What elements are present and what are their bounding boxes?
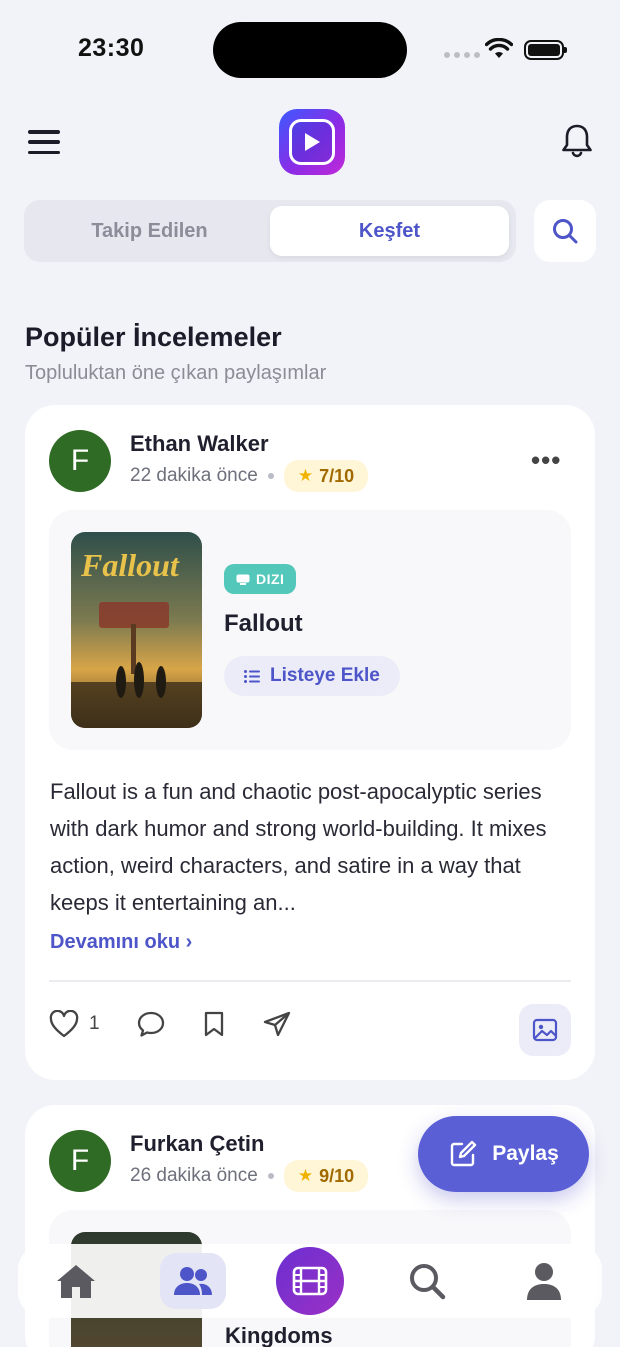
home-icon [57, 1265, 96, 1298]
add-to-list-button[interactable]: Listeye Ekle [224, 656, 400, 696]
heart-icon [49, 1010, 79, 1038]
user-name[interactable]: Furkan Çetin [130, 1131, 264, 1157]
bottom-nav [18, 1244, 602, 1318]
image-icon [532, 1018, 558, 1042]
tab-following[interactable]: Takip Edilen [30, 206, 269, 256]
battery-icon [524, 40, 567, 60]
user-name[interactable]: Ethan Walker [130, 431, 269, 457]
bell-icon[interactable] [560, 122, 594, 160]
more-options-icon[interactable]: ••• [531, 445, 561, 476]
bookmark-icon [204, 1011, 223, 1037]
avatar[interactable]: F [49, 1130, 111, 1192]
post-meta: 26 dakika önce ★ 9/10 [130, 1160, 369, 1192]
user-icon [526, 1263, 561, 1300]
tab-explore[interactable]: Keşfet [270, 206, 509, 256]
wifi-icon [485, 38, 513, 58]
search-icon [553, 219, 578, 244]
cellular-signal-icon [444, 52, 480, 58]
app-logo [279, 109, 345, 175]
search-icon [410, 1264, 446, 1300]
dynamic-island [213, 22, 407, 78]
review-text: Fallout is a fun and chaotic post-apocal… [50, 779, 547, 915]
separator-dot [267, 1173, 274, 1179]
compose-icon [451, 1140, 477, 1167]
image-share-button[interactable] [519, 1004, 571, 1056]
rating-value: 9/10 [319, 1165, 355, 1186]
star-icon: ★ [297, 466, 314, 485]
comment-button[interactable] [136, 1010, 166, 1038]
media-preview[interactable]: Fallout DIZI Fallout Listeye Ekle [49, 510, 571, 750]
tv-icon [236, 574, 250, 585]
hamburger-icon[interactable] [28, 130, 60, 154]
post-time: 26 dakika önce [130, 1165, 258, 1186]
review-card: F Ethan Walker 22 dakika önce ★ 7/10 ••• [25, 405, 595, 1080]
media-title[interactable]: Kingdoms [225, 1323, 333, 1347]
share-send-button[interactable] [262, 1010, 292, 1038]
like-count: 1 [89, 1013, 100, 1034]
post-meta: 22 dakika önce ★ 7/10 [130, 460, 369, 492]
film-icon [292, 1266, 328, 1296]
divider [49, 980, 571, 982]
rating-value: 7/10 [319, 465, 355, 486]
rating-badge: ★ 7/10 [283, 460, 369, 492]
users-icon [173, 1267, 212, 1295]
media-title[interactable]: Fallout [224, 610, 303, 638]
share-fab-button[interactable]: Paylaş [418, 1116, 589, 1192]
poster-title: Fallout [80, 547, 180, 583]
status-time: 23:30 [78, 34, 145, 62]
section-title: Popüler İncelemeler [25, 322, 282, 352]
star-icon: ★ [297, 1166, 314, 1185]
nav-home[interactable] [43, 1253, 109, 1309]
type-badge: DIZI [224, 564, 297, 594]
nav-profile[interactable] [511, 1253, 577, 1309]
bookmark-button[interactable] [202, 1010, 226, 1038]
chevron-right-icon: › [185, 931, 193, 953]
separator-dot [267, 473, 274, 479]
poster-image[interactable]: Fallout [71, 532, 202, 728]
read-more-link[interactable]: Devamını oku › [50, 931, 192, 954]
post-actions: 1 [49, 1010, 328, 1038]
post-time: 22 dakika önce [130, 465, 258, 486]
section-subtitle: Topluluktan öne çıkan paylaşımlar [25, 362, 327, 384]
avatar[interactable]: F [49, 430, 111, 492]
feed-tabs: Takip Edilen Keşfet [24, 200, 516, 262]
send-icon [263, 1011, 290, 1037]
like-button[interactable]: 1 [49, 1010, 100, 1038]
nav-movies[interactable] [275, 1247, 344, 1315]
play-icon [289, 119, 335, 165]
nav-search[interactable] [394, 1253, 460, 1309]
search-button[interactable] [534, 200, 596, 262]
comment-icon [137, 1011, 164, 1037]
list-icon [244, 669, 260, 683]
nav-community[interactable] [159, 1253, 226, 1309]
rating-badge: ★ 9/10 [283, 1160, 369, 1192]
